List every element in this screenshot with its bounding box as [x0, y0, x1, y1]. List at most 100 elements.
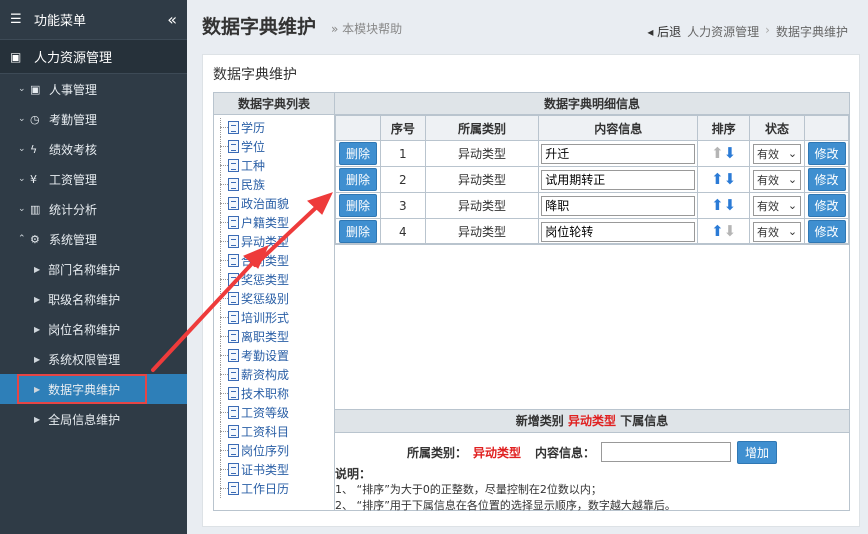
edit-button[interactable]: 修改	[807, 168, 846, 191]
menu-item-label: 考勤管理	[49, 112, 98, 127]
tree-item[interactable]: 异动类型	[216, 232, 334, 251]
tree-item[interactable]: 政治面貌	[216, 194, 334, 213]
arrow-down-icon[interactable]: ⬇	[724, 146, 737, 161]
tree-item[interactable]: 薪资构成	[216, 365, 334, 384]
cell-action: 删除	[335, 218, 381, 245]
menu-item-label: 工资管理	[49, 172, 98, 187]
add-button[interactable]: 增加	[737, 440, 778, 464]
document-icon	[228, 444, 239, 457]
sub-item-dictionary[interactable]: ▶ 数据字典维护	[0, 374, 187, 404]
delete-button[interactable]: 删除	[338, 168, 377, 191]
tree-connector	[216, 289, 228, 308]
table-row: 删除3异动类型 ⬆⬇ 有效 ⌄ 修改	[335, 192, 849, 219]
menu-item-performance[interactable]: ⌄ ϟ 绩效考核	[0, 134, 187, 164]
cell-seq: 2	[379, 166, 426, 193]
status-select[interactable]: 有效 ⌄	[753, 195, 802, 216]
module-hr[interactable]: ▣ 人力资源管理	[0, 40, 187, 74]
status-select[interactable]: 有效 ⌄	[753, 143, 802, 164]
menu-item-salary[interactable]: ⌄ ¥ 工资管理	[0, 164, 187, 194]
content-field[interactable]	[541, 221, 696, 242]
delete-button[interactable]: 删除	[338, 220, 377, 243]
tree-item-label: 政治面貌	[241, 197, 290, 211]
document-icon	[228, 387, 239, 400]
arrow-up-icon[interactable]: ⬆	[711, 198, 724, 213]
edit-button[interactable]: 修改	[807, 142, 846, 165]
document-icon	[228, 235, 239, 248]
edit-button[interactable]: 修改	[807, 220, 846, 243]
status-value: 有效	[757, 225, 780, 239]
collapse-icon[interactable]: «	[167, 10, 177, 29]
breadcrumb: ◂ 后退 人力资源管理 › 数据字典维护	[647, 23, 848, 40]
status-select[interactable]: 有效 ⌄	[753, 221, 802, 242]
tree-item[interactable]: 民族	[216, 175, 334, 194]
page-title: 数据字典维护	[202, 16, 317, 38]
cell-content	[538, 166, 699, 193]
arrow-up-icon[interactable]: ⬆	[711, 224, 724, 239]
sub-item-post[interactable]: ▶ 岗位名称维护	[0, 314, 187, 344]
document-icon	[228, 292, 239, 305]
menu-item-label: 人事管理	[49, 82, 98, 97]
tree-item[interactable]: 合同类型	[216, 251, 334, 270]
status-value: 有效	[757, 199, 780, 213]
breadcrumb-parent[interactable]: 人力资源管理	[687, 23, 759, 40]
tree-item-label: 离职类型	[241, 330, 290, 344]
cell-edit: 修改	[804, 140, 849, 167]
tree-item-label: 证书类型	[241, 463, 290, 477]
dictionary-list: 数据字典列表 学历 学位 工种 民族政治面貌户籍类型异动类型 合同类型 奖惩类型 奖惩级别培…	[214, 93, 335, 510]
tree-item[interactable]: 奖惩级别	[216, 289, 334, 308]
tree-item-label: 户籍类型	[241, 216, 290, 230]
arrow-down-icon[interactable]: ⬇	[724, 198, 737, 213]
tree-connector	[216, 251, 228, 270]
dictionary-list-header: 数据字典列表	[214, 93, 334, 115]
status-select[interactable]: 有效 ⌄	[753, 169, 802, 190]
arrow-down-icon[interactable]: ⬇	[724, 172, 737, 187]
tree-connector	[216, 308, 228, 327]
content-input[interactable]	[601, 442, 732, 462]
dictionary-detail: 数据字典明细信息 序号 所属类别 内容信息 排序 状态 删除 1 异动类型 升迁…	[335, 93, 849, 512]
tree-item[interactable]: 培训形式	[216, 308, 334, 327]
tree-item[interactable]: 考勤设置	[216, 346, 334, 365]
sub-item-label: 系统权限管理	[48, 352, 121, 367]
tree-item[interactable]: 证书类型	[216, 460, 334, 479]
yen-icon: ¥	[30, 172, 37, 186]
content-field[interactable]	[541, 143, 696, 164]
notes-title: 说明：	[335, 467, 372, 481]
tree-item[interactable]: 学历	[216, 118, 334, 137]
tree-connector	[216, 479, 228, 498]
tree-connector	[216, 365, 228, 384]
content-field[interactable]	[541, 169, 696, 190]
dictionary-tree: 学历 学位 工种 民族政治面貌户籍类型异动类型 合同类型 奖惩类型 奖惩级别 培训形式离职类型…	[214, 115, 334, 498]
tree-item[interactable]: 学位	[216, 137, 334, 156]
content-field[interactable]	[541, 195, 696, 216]
chevron-down-icon: ⌄	[18, 84, 26, 94]
delete-button[interactable]: 删除	[338, 194, 377, 217]
back-link[interactable]: ◂ 后退	[647, 23, 681, 40]
tree-item[interactable]: 工作日历	[216, 479, 334, 498]
help-link[interactable]: » 本模块帮助	[331, 20, 402, 37]
edit-button[interactable]: 修改	[807, 194, 846, 217]
sub-item-rank[interactable]: ▶ 职级名称维护	[0, 284, 187, 314]
document-icon	[228, 425, 239, 438]
menu-item-statistics[interactable]: ⌄ ▥ 统计分析	[0, 194, 187, 224]
tree-item[interactable]: 岗位序列	[216, 441, 334, 460]
sub-item-permission[interactable]: ▶ 系统权限管理	[0, 344, 187, 374]
tree-item[interactable]: 户籍类型	[216, 213, 334, 232]
arrow-up-icon[interactable]: ⬆	[711, 146, 724, 161]
menu-item-personnel[interactable]: ⌄ ▣ 人事管理	[0, 74, 187, 104]
id-card-icon: ▣	[10, 49, 22, 64]
tree-item[interactable]: 技术职称	[216, 384, 334, 403]
sub-item-global[interactable]: ▶ 全局信息维护	[0, 404, 187, 434]
menu-item-system[interactable]: ⌃ ⚙ 系统管理	[0, 224, 187, 254]
sub-item-dept[interactable]: ▶ 部门名称维护	[0, 254, 187, 284]
menu-item-attendance[interactable]: ⌄ ◷ 考勤管理	[0, 104, 187, 134]
tree-item[interactable]: 工种	[216, 156, 334, 175]
arrow-up-icon[interactable]: ⬆	[711, 172, 724, 187]
tree-item[interactable]: 奖惩类型	[216, 270, 334, 289]
chevron-down-icon: ⌄	[18, 174, 26, 184]
tree-item[interactable]: 工资等级	[216, 403, 334, 422]
tree-item[interactable]: 工资科目	[216, 422, 334, 441]
arrow-down-icon[interactable]: ⬇	[724, 224, 737, 239]
delete-button[interactable]: 删除	[338, 142, 377, 165]
tree-item[interactable]: 离职类型	[216, 327, 334, 346]
module-label: 人力资源管理	[34, 51, 113, 66]
